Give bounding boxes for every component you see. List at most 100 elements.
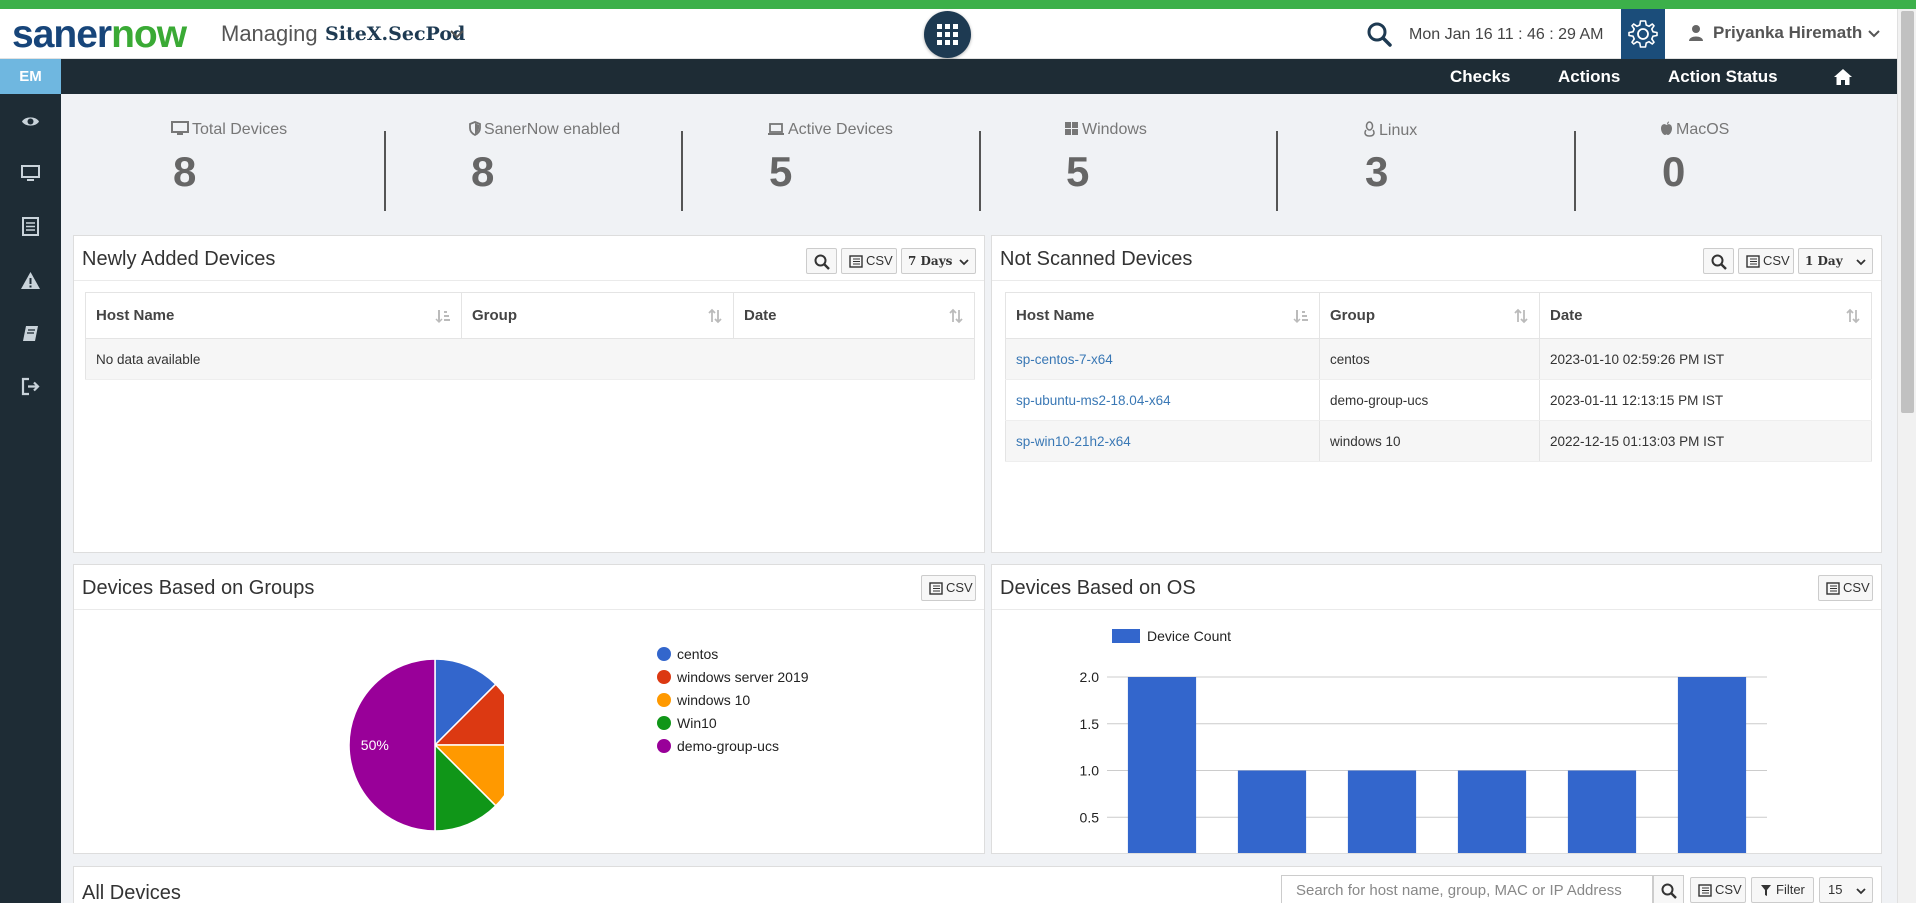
csv-icon xyxy=(1826,582,1840,595)
legend-swatch xyxy=(657,647,671,661)
nav-checks[interactable]: Checks xyxy=(1450,59,1510,94)
range-dropdown[interactable]: 7 Days xyxy=(901,248,976,274)
range-dropdown[interactable]: 1 Day xyxy=(1798,248,1873,274)
csv-icon xyxy=(1746,255,1760,268)
newly-added-devices-panel: Newly Added Devices CSV 7 Days Host Name… xyxy=(73,235,985,553)
table-row: sp-centos-7-x64 centos 2023-01-10 02:59:… xyxy=(1005,338,1872,380)
bar-2[interactable] xyxy=(1347,770,1417,854)
sign-out-icon[interactable] xyxy=(20,376,41,397)
search-icon xyxy=(814,254,830,270)
nav-action-status[interactable]: Action Status xyxy=(1668,59,1778,94)
group-pie-chart[interactable]: 50% xyxy=(254,645,504,845)
stat-macos[interactable]: MacOS 0 xyxy=(1660,107,1916,223)
panel-header-divider xyxy=(992,280,1881,281)
filter-icon xyxy=(1761,885,1771,896)
host-link[interactable]: sp-ubuntu-ms2-18.04-x64 xyxy=(1005,379,1320,421)
table-row: sp-ubuntu-ms2-18.04-x64 demo-group-ucs 2… xyxy=(1005,379,1872,421)
legend-swatch xyxy=(657,716,671,730)
site-selector[interactable]: SiteX.SecPod xyxy=(325,21,465,47)
csv-export-button[interactable]: CSV xyxy=(841,248,897,274)
app-root: sanernow Managing SiteX.SecPod Mon Jan 1… xyxy=(0,0,1916,903)
panel-title: Newly Added Devices xyxy=(82,248,276,270)
stat-value-active: 5 xyxy=(769,148,793,195)
host-link[interactable]: sp-win10-21h2-x64 xyxy=(1005,420,1320,462)
column-header-group[interactable]: Group xyxy=(461,292,734,339)
stat-sanernow-enabled[interactable]: SanerNow enabled 8 xyxy=(469,107,769,223)
top-navbar: Checks Actions Action Status xyxy=(61,59,1897,94)
bar-4[interactable] xyxy=(1567,770,1637,854)
stat-value-total: 8 xyxy=(173,148,197,195)
host-link[interactable]: sp-centos-7-x64 xyxy=(1005,338,1320,380)
stat-value-macos: 0 xyxy=(1662,148,1686,195)
y-tick-label: 1.5 xyxy=(1080,716,1100,732)
stat-label-text: Total Devices xyxy=(192,121,288,138)
column-header-group[interactable]: Group xyxy=(1319,292,1540,339)
gear-icon xyxy=(1628,20,1658,48)
date-cell: 2023-01-10 02:59:26 PM IST xyxy=(1539,338,1872,380)
stat-active-devices[interactable]: Active Devices 5 xyxy=(767,107,1067,223)
page-size-dropdown[interactable]: 15 xyxy=(1819,877,1873,903)
header: sanernow Managing SiteX.SecPod Mon Jan 1… xyxy=(0,9,1897,59)
column-label: Group xyxy=(1330,307,1375,324)
desktop-icon[interactable] xyxy=(20,163,41,184)
logo-part-saner: saner xyxy=(12,13,112,56)
group-cell: demo-group-ucs xyxy=(1319,379,1540,421)
bar-0[interactable] xyxy=(1127,677,1197,853)
sort-asc-icon xyxy=(1293,310,1308,324)
page-size-value: 15 xyxy=(1828,882,1843,897)
settings-button[interactable] xyxy=(1621,9,1665,59)
sanernow-logo[interactable]: sanernow xyxy=(12,13,187,57)
search-button[interactable] xyxy=(1703,248,1734,274)
table-row: No data available xyxy=(85,338,975,380)
eye-icon[interactable] xyxy=(20,111,41,132)
sidebar-tab-em[interactable]: EM xyxy=(0,59,61,94)
column-header-host-name[interactable]: Host Name xyxy=(1005,292,1320,339)
logo-part-now: now xyxy=(111,13,187,56)
bar-5[interactable] xyxy=(1677,677,1747,853)
chevron-down-icon[interactable] xyxy=(1867,28,1881,40)
bar-1[interactable] xyxy=(1237,770,1307,854)
csv-export-button[interactable]: CSV xyxy=(1818,575,1873,601)
csv-export-button[interactable]: CSV xyxy=(1738,248,1794,274)
windows-icon xyxy=(1065,122,1078,135)
column-header-date[interactable]: Date xyxy=(1539,292,1872,339)
csv-export-button[interactable]: CSV xyxy=(1690,877,1746,903)
search-button[interactable] xyxy=(806,248,837,274)
list-icon[interactable] xyxy=(20,216,41,237)
os-bar-chart[interactable]: Device Count0.00.51.01.52.0Ubunt…CentO…M… xyxy=(992,611,1881,853)
device-stats: Total Devices 8 SanerNow enabled 8 Activ… xyxy=(61,107,1882,223)
monitor-icon xyxy=(171,121,189,135)
csv-icon xyxy=(849,255,863,268)
filter-button[interactable]: Filter xyxy=(1751,877,1814,903)
user-icon xyxy=(1689,25,1703,41)
home-icon[interactable] xyxy=(1833,67,1853,86)
nav-actions[interactable]: Actions xyxy=(1558,59,1620,94)
stat-windows[interactable]: Windows 5 xyxy=(1064,107,1364,223)
stat-value-enabled: 8 xyxy=(471,148,495,195)
search-button[interactable] xyxy=(1653,875,1684,903)
newly-added-table: Host Name Group Date No data available xyxy=(85,292,975,380)
csv-label: CSV xyxy=(1843,580,1870,595)
app-launcher-button[interactable] xyxy=(924,11,971,58)
panel-header-divider xyxy=(992,609,1881,610)
stat-label-text: Windows xyxy=(1082,121,1147,138)
csv-label: CSV xyxy=(866,253,893,268)
stat-total-devices[interactable]: Total Devices 8 xyxy=(171,107,471,223)
column-header-host-name[interactable]: Host Name xyxy=(85,292,462,339)
date-cell: 2023-01-11 12:13:15 PM IST xyxy=(1539,379,1872,421)
device-search-input[interactable]: Search for host name, group, MAC or IP A… xyxy=(1281,875,1653,903)
column-label: Host Name xyxy=(96,307,175,324)
chevron-down-icon[interactable] xyxy=(449,27,465,41)
sidebar: EM xyxy=(0,59,61,903)
date-cell: 2022-12-15 01:13:03 PM IST xyxy=(1539,420,1872,462)
sort-icon xyxy=(949,308,963,324)
book-icon[interactable] xyxy=(20,323,41,344)
stat-linux[interactable]: Linux 3 xyxy=(1363,107,1663,223)
warning-icon[interactable] xyxy=(20,270,41,291)
search-icon[interactable] xyxy=(1366,21,1392,47)
stat-label-linux: Linux xyxy=(1363,121,1417,140)
column-header-date[interactable]: Date xyxy=(733,292,975,339)
all-devices-panel: All Devices Search for host name, group,… xyxy=(73,866,1882,903)
user-menu[interactable]: Priyanka Hiremath xyxy=(1713,23,1862,43)
bar-3[interactable] xyxy=(1457,770,1527,854)
